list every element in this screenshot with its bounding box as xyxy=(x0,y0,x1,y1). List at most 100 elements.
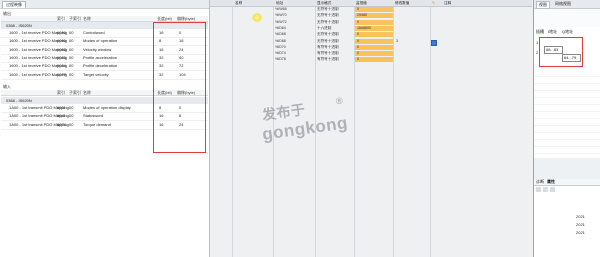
cell-addr: %ID70 xyxy=(275,44,286,49)
cell-mon: 0 xyxy=(357,51,359,56)
cell-name: Profile deceleration xyxy=(83,63,118,69)
highlight-frame xyxy=(153,22,206,153)
tab-network-view[interactable]: 网络视图 xyxy=(553,1,573,7)
tab-properties[interactable]: 属性 xyxy=(547,179,555,185)
log-date-3: 2021 xyxy=(576,230,585,235)
cell-idx: 6074 xyxy=(57,121,66,127)
cursor-highlight xyxy=(252,13,262,22)
slot-2: 2 xyxy=(536,50,539,55)
cell-name: Modes of operation display xyxy=(83,105,131,110)
col-name: 名称 xyxy=(235,1,243,5)
cell-addr: %IW70 xyxy=(275,13,287,18)
bottom-toolbar xyxy=(534,186,600,194)
watch-row[interactable]: %ID78 有符号十进制 0 xyxy=(210,57,532,63)
cell-mon: 0 xyxy=(357,44,359,49)
cell-fmt: 有符号十进制 xyxy=(317,44,339,49)
process-image-panel: 过程映像 输出 PDO 索引 子索引 名称 长度(bit) 偏移(byte) 0… xyxy=(0,0,210,257)
cell-addr: %ID78 xyxy=(275,57,286,62)
cell-fmt: 无符号十进制 xyxy=(317,38,339,43)
cell-fmt: 有符号十进制 xyxy=(317,57,339,62)
watch-row[interactable]: %ID68 无符号十进制 0 xyxy=(210,32,532,38)
col-index: 索引 xyxy=(57,90,65,95)
cell-fmt: 无符号十进制 xyxy=(317,32,339,37)
cell-sub: 00 xyxy=(69,63,74,69)
cell-idx: 60FF xyxy=(57,71,67,77)
output-group-label: 0368 - IS620N xyxy=(6,23,32,28)
col-subindex: 子索引 xyxy=(69,16,81,21)
log-date-1: 2021 xyxy=(576,214,585,219)
pencil-icon: ✎ xyxy=(432,1,436,5)
slot-1: 1 xyxy=(536,40,539,45)
cell-addr: %ID64 xyxy=(275,25,286,30)
monitor-value-bg xyxy=(355,44,393,50)
tab-view[interactable]: 视图 xyxy=(536,1,550,9)
col-q-address: Q地址 xyxy=(562,29,574,34)
cell-name: Modes of operation xyxy=(83,38,118,44)
watch-header: 名称 地址 显示格式 监视值 修改数值 ✎ 注释 xyxy=(210,0,532,7)
watermark-mark: ® xyxy=(336,96,344,106)
cell-fmt: 无符号十进制 xyxy=(317,7,339,11)
monitor-value-bg xyxy=(355,7,393,12)
cell-idx: 6040 xyxy=(57,30,66,35)
right-tabbar: 视图 网络视图 xyxy=(534,0,600,9)
cell-addr: %ID74 xyxy=(275,51,286,56)
col-comment: 注释 xyxy=(444,1,452,5)
bottom-tabbar: 诊断 属性 xyxy=(534,179,600,186)
cell-addr: %IW68 xyxy=(275,7,287,11)
toolbar-icon-2[interactable] xyxy=(543,187,548,192)
cell-mon: 0 xyxy=(357,57,359,62)
monitor-value-bg xyxy=(355,38,393,44)
input-group-label: 0368 - IS620N xyxy=(6,98,32,103)
toolbar-icon-3[interactable] xyxy=(550,187,555,192)
cell-idx: 6041 xyxy=(57,113,66,119)
log-date-2: 2021 xyxy=(576,222,585,227)
cell-addr: %ID68 xyxy=(275,32,286,37)
cell-name: Statusword xyxy=(83,113,104,119)
tab-process-image[interactable]: 过程映像 xyxy=(2,1,26,8)
cell-idx: 6084 xyxy=(57,63,66,69)
cell-sub: 00 xyxy=(69,30,74,35)
cell-mod[interactable]: 3 xyxy=(396,39,398,45)
tab-diagnostics[interactable]: 诊断 xyxy=(536,179,544,185)
cell-idx: 6083 xyxy=(57,54,66,60)
watch-row[interactable]: %ID64 十六进制 16#8800 xyxy=(210,25,532,32)
cell-sub: 00 xyxy=(69,105,74,110)
cell-addr: %ID68 xyxy=(275,38,286,43)
cell-mon: 0 xyxy=(357,19,359,24)
checkbox[interactable] xyxy=(431,40,437,46)
cell-sub: 00 xyxy=(69,54,74,60)
cell-mon: 16#8800 xyxy=(357,25,371,30)
watch-table: 名称 地址 显示格式 监视值 修改数值 ✎ 注释 %IW68 无符号十进制 0 %IW… xyxy=(210,0,532,257)
cell-addr: %IW72 xyxy=(275,19,287,24)
device-view-panel: 视图 网络视图 插槽 I地址 Q地址 1 2 68...83 64...79 诊… xyxy=(533,0,600,257)
col-slot: 插槽 xyxy=(536,29,544,34)
cell-sub: 00 xyxy=(69,71,74,77)
monitor-value-bg xyxy=(355,51,393,57)
watch-row[interactable]: %ID68 无符号十进制 0 3 xyxy=(210,38,532,45)
col-subindex: 子索引 xyxy=(69,90,81,95)
cell-idx: 606D xyxy=(57,46,67,52)
cell-mon: 0 xyxy=(357,32,359,37)
watch-row[interactable]: %ID74 有符号十进制 0 xyxy=(210,51,532,57)
col-address: 地址 xyxy=(276,1,284,5)
cell-fmt: 无符号十进制 xyxy=(317,13,339,18)
cell-name: Torque demand xyxy=(83,121,111,127)
col-byteoffset: 偏移(byte) xyxy=(177,16,196,21)
cell-idx: 6060 xyxy=(57,38,66,44)
monitor-value-bg xyxy=(355,19,393,25)
cell-name: Target velocity xyxy=(83,71,109,77)
watch-row[interactable]: %IW68 无符号十进制 0 xyxy=(210,7,532,13)
col-name: 名称 xyxy=(83,16,91,21)
watch-row[interactable]: %ID70 有符号十进制 0 xyxy=(210,44,532,51)
col-modify: 修改数值 xyxy=(395,1,410,5)
cell-fmt: 有符号十进制 xyxy=(317,51,339,56)
cell-mon: 29480 xyxy=(357,13,367,18)
left-tabbar: 过程映像 xyxy=(0,0,209,9)
cell-mon: 0 xyxy=(357,38,359,43)
col-format: 显示格式 xyxy=(317,1,332,5)
cell-mon: 0 xyxy=(357,7,359,11)
toolbar-icon-1[interactable] xyxy=(536,187,541,192)
monitor-value-bg xyxy=(355,32,393,38)
col-bitlen: 长度(bit) xyxy=(157,16,172,21)
col-index: 索引 xyxy=(57,16,65,21)
